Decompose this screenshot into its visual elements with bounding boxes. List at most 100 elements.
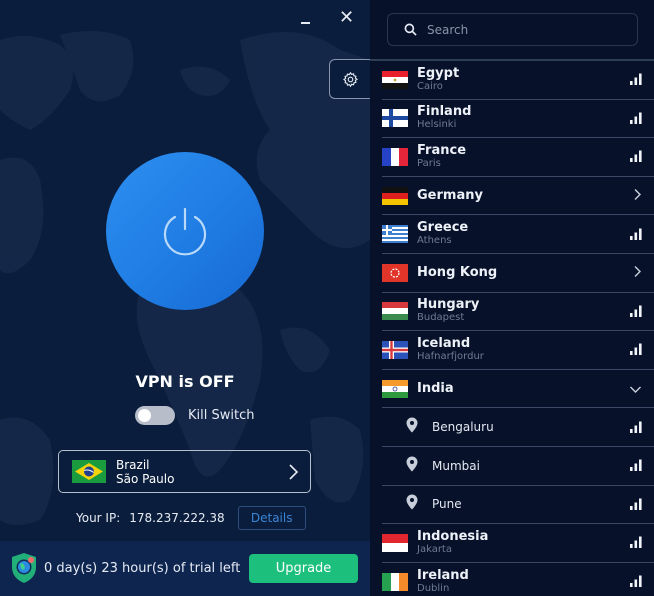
power-icon — [163, 207, 207, 256]
location-selector[interactable]: Brazil São Paulo — [58, 450, 311, 493]
close-button[interactable]: ✕ — [339, 9, 354, 27]
server-country-name: Greece — [417, 220, 469, 236]
server-country-name: Germany — [417, 187, 483, 203]
ip-label: Your IP: — [76, 511, 121, 525]
signal-strength-icon — [630, 343, 642, 356]
signal-strength-icon — [630, 228, 642, 240]
search-input[interactable] — [427, 22, 627, 37]
server-city-name: Dublin — [417, 582, 450, 594]
signal-indicator — [630, 495, 642, 514]
server-city-name: Helsinki — [417, 119, 457, 131]
server-names: Greece Athens — [417, 221, 468, 247]
details-button[interactable]: Details — [237, 506, 306, 530]
greece-flag-icon — [382, 225, 408, 244]
signal-indicator — [630, 225, 642, 244]
collapse-button[interactable] — [629, 379, 642, 398]
server-names: Hong Kong — [417, 265, 497, 281]
gear-icon — [342, 71, 358, 87]
server-country-row[interactable]: Hong Kong — [382, 254, 654, 293]
server-country-row[interactable]: India — [382, 370, 654, 409]
server-country-name: Indonesia — [417, 528, 489, 544]
server-country-name: France — [417, 142, 467, 158]
pin-wrap — [406, 456, 418, 476]
server-city-name: Pune — [432, 497, 462, 512]
server-names: Hungary Budapest — [417, 298, 479, 324]
server-city-name: Cairo — [417, 80, 443, 92]
server-country-row[interactable]: Indonesia Jakarta — [382, 524, 654, 563]
server-country-name: Hong Kong — [417, 264, 498, 280]
signal-strength-icon — [630, 150, 642, 163]
expand-button[interactable] — [633, 186, 642, 205]
location-city: São Paulo — [116, 471, 175, 486]
signal-strength-icon — [630, 112, 642, 124]
server-country-name: Egypt — [417, 65, 460, 81]
server-city-name: Mumbai — [432, 458, 480, 473]
signal-strength-icon — [630, 421, 642, 433]
server-city-row[interactable]: Pune — [382, 486, 654, 525]
server-names: France Paris — [417, 142, 467, 170]
server-names: Iceland Hafnarfjordur — [417, 336, 484, 363]
server-city-row[interactable]: Bengaluru — [382, 408, 654, 447]
location-country: Brazil — [116, 457, 150, 472]
india-flag-icon — [382, 379, 408, 398]
hungary-flag-icon — [382, 302, 408, 321]
search-icon — [404, 23, 417, 36]
main-panel: ✕ VPN is OFF Kill Switch Brazil São Paul… — [0, 0, 370, 596]
ireland-flag-icon — [382, 572, 408, 591]
pin-wrap — [406, 494, 418, 514]
expand-button[interactable] — [633, 263, 642, 282]
toggle-knob — [138, 409, 151, 422]
egypt-flag-icon — [382, 70, 408, 89]
signal-indicator — [630, 109, 642, 128]
iceland-flag-icon — [382, 340, 408, 359]
signal-strength-icon — [630, 498, 642, 510]
signal-indicator — [630, 147, 642, 166]
search-box[interactable] — [387, 13, 638, 46]
chevron-right-icon — [289, 464, 299, 480]
server-city-row[interactable]: Mumbai — [382, 447, 654, 486]
server-country-row[interactable]: Ireland Dublin — [382, 563, 654, 596]
server-names: Ireland Dublin — [417, 567, 469, 595]
upgrade-button[interactable]: Upgrade — [249, 554, 358, 583]
server-country-row[interactable]: Finland Helsinki — [382, 100, 654, 139]
server-city-name: Paris — [417, 157, 441, 169]
germany-flag-icon — [382, 186, 408, 205]
settings-button[interactable] — [329, 59, 370, 99]
location-pin-icon — [406, 494, 418, 510]
server-country-name: Hungary — [417, 297, 480, 313]
server-country-row[interactable]: Egypt Cairo — [382, 61, 654, 100]
ip-value: 178.237.222.38 — [129, 511, 225, 525]
ip-row: Your IP: 178.237.222.38 Details — [76, 506, 306, 530]
server-country-name: Finland — [417, 104, 472, 120]
location-pin-icon — [406, 417, 418, 433]
kill-switch-label: Kill Switch — [188, 408, 255, 423]
signal-indicator — [630, 70, 642, 89]
indonesia-flag-icon — [382, 533, 408, 552]
server-names: Germany — [417, 188, 483, 204]
server-names: Egypt Cairo — [417, 65, 460, 93]
signal-indicator — [630, 533, 642, 552]
minimize-button[interactable] — [298, 12, 314, 28]
signal-strength-icon — [630, 536, 642, 549]
server-country-row[interactable]: Iceland Hafnarfjordur — [382, 331, 654, 370]
signal-indicator — [630, 340, 642, 359]
server-country-row[interactable]: Germany — [382, 177, 654, 216]
shield-globe-icon — [12, 553, 36, 583]
server-list-panel: EgyptCairo FinlandHelsinki FranceParis Germ… — [370, 0, 654, 596]
server-country-row[interactable]: France Paris — [382, 138, 654, 177]
server-list: Egypt Cairo Finland Helsinki France Paris Germ… — [382, 61, 654, 596]
signal-strength-icon — [630, 575, 642, 588]
server-country-row[interactable]: Greece Athens — [382, 215, 654, 254]
trial-remaining-text: 0 day(s) 23 hour(s) of trial left — [44, 561, 241, 576]
connect-power-button[interactable] — [106, 152, 264, 310]
location-pin-icon — [406, 456, 418, 472]
signal-strength-icon — [630, 459, 642, 472]
server-country-name: Ireland — [417, 567, 469, 583]
kill-switch-toggle[interactable] — [135, 406, 175, 425]
server-names: Indonesia Jakarta — [417, 528, 489, 556]
brazil-flag-icon — [72, 460, 106, 483]
server-city-name: Budapest — [417, 312, 465, 324]
signal-indicator — [630, 456, 642, 475]
server-country-row[interactable]: Hungary Budapest — [382, 293, 654, 332]
signal-strength-icon — [630, 305, 642, 317]
